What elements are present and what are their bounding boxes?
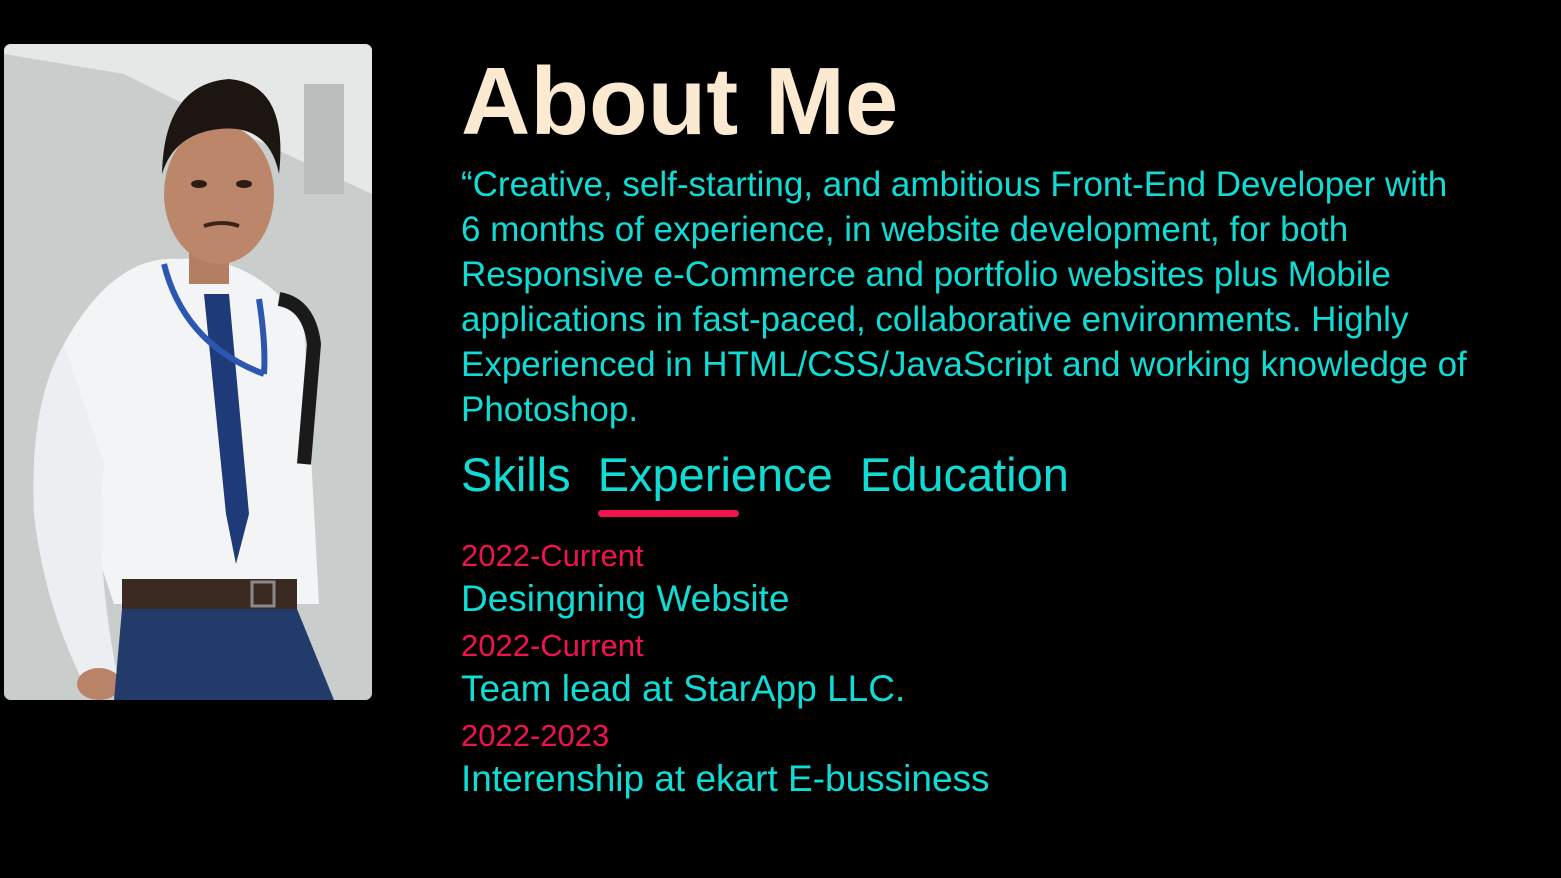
list-item: 2022-Current Desingning Website: [461, 537, 1521, 623]
page-title: About Me: [461, 48, 899, 155]
entry-date: 2022-2023: [461, 718, 610, 753]
profile-photo: [4, 44, 372, 700]
about-content: About Me “Creative, self-starting, and a…: [461, 50, 1521, 807]
tab-experience[interactable]: Experience: [597, 447, 833, 517]
list-item: 2022-Current Team lead at StarApp LLC.: [461, 627, 1521, 713]
entry-date: 2022-Current: [461, 628, 644, 663]
tab-bar: Skills Experience Education: [461, 447, 1521, 517]
tab-education[interactable]: Education: [860, 447, 1069, 507]
about-section: About Me “Creative, self-starting, and a…: [0, 0, 1561, 878]
entry-title: Desingning Website: [461, 578, 790, 619]
tab-skills[interactable]: Skills: [461, 447, 571, 507]
list-item: 2022-2023 Interenship at ekart E-bussine…: [461, 717, 1521, 803]
bio-paragraph: “Creative, self-starting, and ambitious …: [461, 165, 1467, 429]
entry-title: Team lead at StarApp LLC.: [461, 668, 906, 709]
entry-date: 2022-Current: [461, 538, 644, 573]
entry-title: Interenship at ekart E-bussiness: [461, 758, 990, 799]
experience-list: 2022-Current Desingning Website 2022-Cur…: [461, 537, 1521, 803]
